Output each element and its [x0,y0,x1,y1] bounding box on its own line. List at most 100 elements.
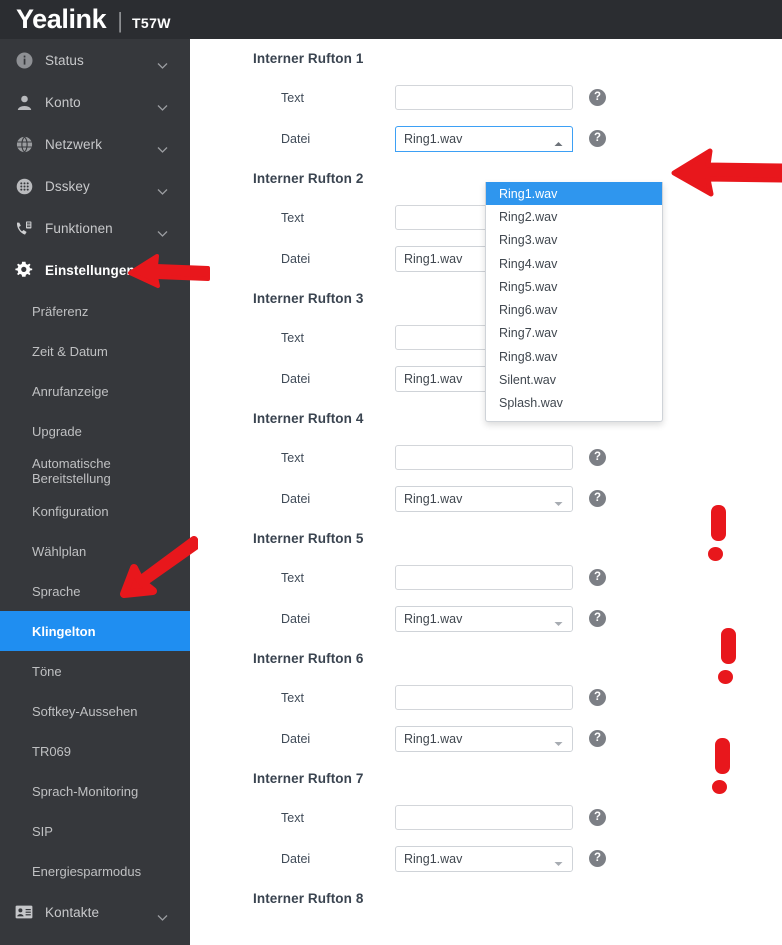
dropdown-option[interactable]: Silent.wav [486,368,662,391]
dropdown-option[interactable]: Ring4.wav [486,252,662,275]
help-icon[interactable]: ? [589,689,606,706]
sidebar-subitem-praferenz[interactable]: Präferenz [0,291,190,331]
sidebar-subitem-zeit-datum[interactable]: Zeit & Datum [0,331,190,371]
annotation-exclamation-3 [712,738,732,798]
sidebar-subitem-energiesparmodus[interactable]: Energiesparmodus [0,851,190,891]
sidebar-item-status[interactable]: Status [0,39,190,81]
field-label-datei: Datei [281,491,311,506]
sidebar-sublabel: Sprache [32,583,81,599]
sidebar-subitem-upgrade[interactable]: Upgrade [0,411,190,451]
sidebar-sublabel: Sprach-Monitoring [32,783,139,799]
field-label-text: Text [281,90,304,105]
sidebar-sublabel: Präferenz [32,303,89,319]
chevron-down-icon [157,57,168,69]
exclamation-dot [718,670,733,684]
ringtone-file-select-1[interactable]: Ring1.wav [395,125,573,152]
sidebar-subitem-sip[interactable]: SIP [0,811,190,851]
file-field-row: Datei Ring1.wav ? [190,718,782,759]
help-icon[interactable]: ? [589,490,606,507]
chevron-down-icon [554,856,563,866]
dropdown-option[interactable]: Ring3.wav [486,229,662,252]
chevron-down-icon [554,496,563,506]
ringtone-file-dropdown-list[interactable]: Ring1.wav Ring2.wav Ring3.wav Ring4.wav … [485,182,663,422]
file-field-row: Datei Ring1.wav ? [190,838,782,879]
help-icon[interactable]: ? [589,809,606,826]
dropdown-option[interactable]: Ring2.wav [486,205,662,228]
sidebar-label: Konto [45,94,81,110]
sidebar-item-kontakte[interactable]: Kontakte [0,891,190,933]
chevron-down-icon [554,736,563,746]
sidebar-item-partially-visible[interactable] [0,933,190,945]
field-label-text: Text [281,210,304,225]
control-wrapper: Ring1.wav [395,485,573,512]
sidebar-subitem-tone[interactable]: Töne [0,651,190,691]
section-title: Interner Rufton 5 [253,530,364,546]
sidebar-sublabel: TR069 [32,743,72,759]
text-field-row: Text ? [190,77,782,118]
sidebar-subitem-tr069[interactable]: TR069 [0,731,190,771]
exclamation-stem [715,738,730,774]
control-wrapper: Ring1.wav [395,845,573,872]
dropdown-option[interactable]: Ring1.wav [486,182,662,206]
sidebar-subitem-wahlplan[interactable]: Wählplan [0,531,190,571]
ringtone-text-input-6[interactable] [395,685,573,710]
chevron-down-icon [157,141,168,153]
brand-logo: Yealink | T57W [16,6,171,33]
control-wrapper [395,805,573,830]
sidebar-sublabel: Töne [32,663,62,679]
sidebar-item-netzwerk[interactable]: Netzwerk [0,123,190,165]
user-icon [14,92,34,112]
select-value: Ring1.wav [404,251,463,266]
web-ui-root: Yealink | T57W Status Konto Netzwerk Dss… [0,0,782,945]
dropdown-option[interactable]: Splash.wav [486,392,662,415]
sidebar-subitem-sprach-monitoring[interactable]: Sprach-Monitoring [0,771,190,811]
info-icon [14,50,34,70]
ringtone-text-input-1[interactable] [395,85,573,110]
sidebar-subitem-konfiguration[interactable]: Konfiguration [0,491,190,531]
sidebar-navigation: Status Konto Netzwerk Dsskey Funktionen … [0,39,190,945]
sidebar-item-konto[interactable]: Konto [0,81,190,123]
help-icon[interactable]: ? [589,449,606,466]
text-field-row: Text ? [190,557,782,598]
field-label-datei: Datei [281,131,311,146]
field-label-text: Text [281,450,304,465]
brand-separator: | [117,8,123,33]
dropdown-option[interactable]: Ring7.wav [486,322,662,345]
help-icon[interactable]: ? [589,850,606,867]
sidebar-subitem-klingelton[interactable]: Klingelton [0,611,190,651]
ringtone-section-6: Interner Rufton 6 Text ? Datei Ring1.wav [190,639,782,759]
ringtone-text-input-7[interactable] [395,805,573,830]
sidebar-item-funktionen[interactable]: Funktionen [0,207,190,249]
control-wrapper: Ring1.wav [395,125,573,152]
sidebar-item-einstellungen[interactable]: Einstellungen [0,249,190,291]
help-icon[interactable]: ? [589,610,606,627]
ringtone-text-input-5[interactable] [395,565,573,590]
sidebar-subitem-automatische-bereitstellung[interactable]: Automatische Bereitstellung [0,451,190,491]
exclamation-stem [721,628,736,664]
help-icon[interactable]: ? [589,730,606,747]
file-field-row: Datei Ring1.wav ? [190,598,782,639]
sidebar-sublabel: Upgrade [32,423,82,439]
sidebar-subitem-softkey-aussehen[interactable]: Softkey-Aussehen [0,691,190,731]
sidebar-item-dsskey[interactable]: Dsskey [0,165,190,207]
select-value: Ring1.wav [404,131,463,146]
annotation-exclamation-2 [718,628,738,688]
sidebar-subitem-sprache[interactable]: Sprache [0,571,190,611]
ringtone-file-select-5[interactable]: Ring1.wav [395,605,573,632]
control-wrapper [395,85,573,110]
ringtone-file-select-7[interactable]: Ring1.wav [395,845,573,872]
field-label-text: Text [281,570,304,585]
help-icon[interactable]: ? [589,569,606,586]
ringtone-file-select-4[interactable]: Ring1.wav [395,485,573,512]
sidebar-subitem-anrufanzeige[interactable]: Anrufanzeige [0,371,190,411]
help-icon[interactable]: ? [589,89,606,106]
sidebar-label: Funktionen [45,220,113,236]
dropdown-option[interactable]: Ring8.wav [486,345,662,368]
help-icon[interactable]: ? [589,130,606,147]
select-value: Ring1.wav [404,611,463,626]
dropdown-option[interactable]: Ring5.wav [486,275,662,298]
ringtone-text-input-4[interactable] [395,445,573,470]
dropdown-option[interactable]: Ring6.wav [486,298,662,321]
ringtone-file-select-6[interactable]: Ring1.wav [395,725,573,752]
sidebar-sublabel: Anrufanzeige [32,383,109,399]
